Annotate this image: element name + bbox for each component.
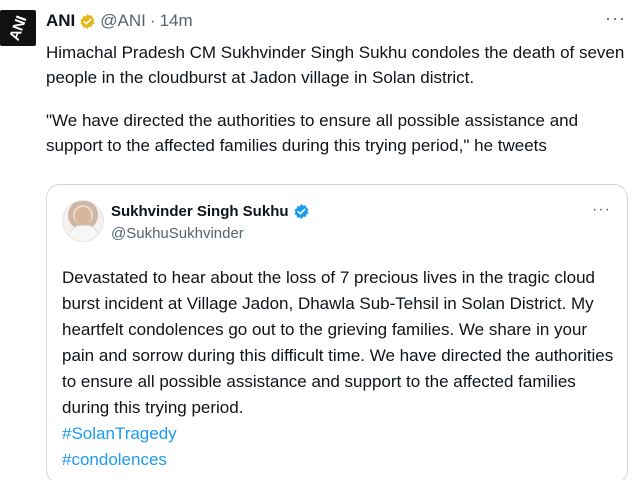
avatar-column: ANI	[0, 10, 38, 46]
tweet-header: ANI @ANI · 14m	[46, 10, 628, 32]
verified-blue-icon	[294, 204, 309, 219]
quoted-author-name[interactable]: Sukhvinder Singh Sukhu	[111, 203, 289, 220]
hashtag-link[interactable]: #condolences	[62, 447, 614, 473]
quoted-author-avatar[interactable]	[62, 200, 104, 242]
ani-avatar[interactable]: ANI	[0, 10, 36, 46]
separator-dot: ·	[149, 11, 156, 30]
quoted-tweet[interactable]: Sukhvinder Singh Sukhu @SukhuSukhvinder …	[46, 184, 628, 480]
tweet-paragraph-2: "We have directed the authorities to ens…	[46, 111, 579, 155]
tweet-text: Himachal Pradesh CM Sukhvinder Singh Suk…	[46, 40, 628, 158]
tweet-content: ANI @ANI · 14m ··· Himachal Pradesh CM S…	[46, 9, 628, 158]
tweet-paragraph-1: Himachal Pradesh CM Sukhvinder Singh Suk…	[46, 43, 625, 87]
quoted-text-body: Devastated to hear about the loss of 7 p…	[62, 268, 614, 417]
more-options-icon[interactable]: ···	[605, 9, 626, 27]
author-handle[interactable]: @ANI	[100, 11, 146, 31]
quoted-author-handle[interactable]: @SukhuSukhvinder	[111, 225, 244, 242]
tweet[interactable]: ANI ANI @ANI · 14m ··· Himachal Pradesh …	[0, 0, 640, 480]
quoted-more-options-icon[interactable]: ···	[592, 202, 611, 218]
quoted-header: Sukhvinder Singh Sukhu	[111, 203, 310, 220]
tweet-timestamp[interactable]: 14m	[160, 11, 193, 31]
avatar-logo-text: ANI	[5, 13, 31, 43]
verified-gold-icon	[80, 13, 95, 29]
author-name[interactable]: ANI	[46, 11, 75, 31]
hashtag-link[interactable]: #SolanTragedy	[62, 421, 614, 447]
quoted-tweet-text: Devastated to hear about the loss of 7 p…	[62, 265, 614, 473]
